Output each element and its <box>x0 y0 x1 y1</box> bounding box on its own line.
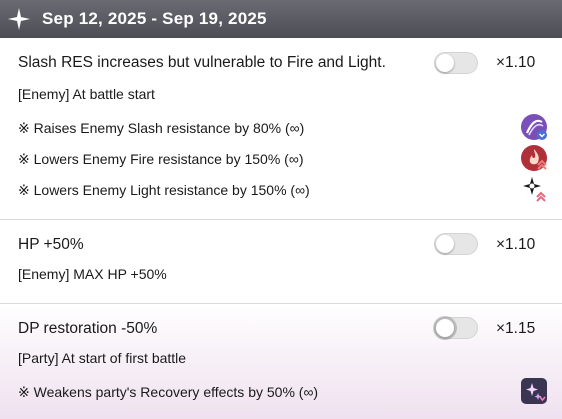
recovery-down-icon <box>521 378 547 404</box>
date-range-title: Sep 12, 2025 - Sep 19, 2025 <box>42 9 267 28</box>
effect-toggle-slash-res[interactable] <box>434 52 478 74</box>
effect-condition: [Party] At start of first battle <box>18 350 187 366</box>
effect-multiplier: ×1.10 <box>496 54 536 71</box>
header-bar: Sep 12, 2025 - Sep 19, 2025 <box>0 0 562 38</box>
effect-title: Slash RES increases but vulnerable to Fi… <box>18 54 386 71</box>
effect-condition: [Enemy] MAX HP +50% <box>18 266 167 282</box>
fire-resist-down-icon <box>521 145 547 171</box>
effect-toggle-hp[interactable] <box>434 233 478 255</box>
sparkle-icon <box>8 8 30 30</box>
slash-resist-up-icon <box>521 114 547 140</box>
effect-section-dp-restoration: DP restoration -50% ×1.15 [Party] At sta… <box>0 304 562 419</box>
light-resist-down-icon <box>523 177 546 202</box>
effect-detail: ※ Weakens party's Recovery effects by 50… <box>18 384 319 400</box>
toggle-knob <box>436 235 454 253</box>
effect-title: DP restoration -50% <box>18 320 158 337</box>
toggle-knob <box>436 319 454 337</box>
effect-title: HP +50% <box>18 236 84 253</box>
effect-section-slash-res: Slash RES increases but vulnerable to Fi… <box>0 38 562 220</box>
effect-condition: [Enemy] At battle start <box>18 86 155 102</box>
effect-detail: ※ Lowers Enemy Fire resistance by 150% (… <box>18 151 304 167</box>
effect-multiplier: ×1.10 <box>496 236 536 253</box>
effect-multiplier: ×1.15 <box>496 320 536 337</box>
effect-detail: ※ Lowers Enemy Light resistance by 150% … <box>18 182 310 198</box>
toggle-knob <box>436 54 454 72</box>
effect-detail: ※ Raises Enemy Slash resistance by 80% (… <box>18 120 305 136</box>
effect-section-hp: HP +50% ×1.10 [Enemy] MAX HP +50% <box>0 220 562 304</box>
effect-toggle-dp-restoration[interactable] <box>434 317 478 339</box>
